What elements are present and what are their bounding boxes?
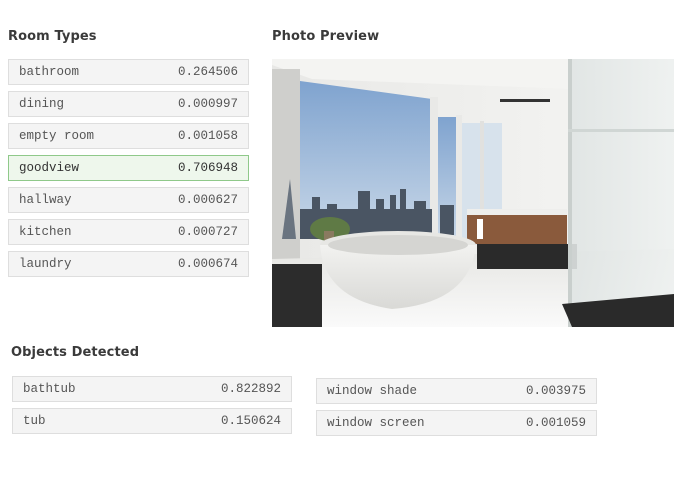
room-type-row-empty-room[interactable]: empty room 0.001058 — [8, 123, 249, 149]
room-type-label: goodview — [19, 161, 80, 175]
object-label: bathtub — [23, 382, 76, 396]
room-type-row-bathroom[interactable]: bathroom 0.264506 — [8, 59, 249, 85]
room-types-title: Room Types — [8, 29, 97, 44]
room-type-score: 0.001058 — [177, 129, 238, 143]
room-type-row-goodview[interactable]: goodview 0.706948 — [8, 155, 249, 181]
room-type-row-hallway[interactable]: hallway 0.000627 — [8, 187, 249, 213]
object-label: window screen — [327, 416, 425, 430]
object-score: 0.822892 — [220, 382, 281, 396]
object-score: 0.001059 — [525, 416, 586, 430]
room-type-score: 0.000997 — [177, 97, 238, 111]
object-label: window shade — [327, 384, 418, 398]
object-label: tub — [23, 414, 46, 428]
room-type-row-laundry[interactable]: laundry 0.000674 — [8, 251, 249, 277]
room-type-score: 0.000674 — [177, 257, 238, 271]
photo-preview-image — [272, 59, 674, 327]
room-type-label: kitchen — [19, 225, 72, 239]
room-type-label: dining — [19, 97, 65, 111]
room-type-label: empty room — [19, 129, 95, 143]
object-row-window-screen[interactable]: window screen 0.001059 — [316, 410, 597, 436]
room-type-score: 0.000627 — [177, 193, 238, 207]
room-type-label: laundry — [19, 257, 72, 271]
photo-preview-title: Photo Preview — [272, 29, 380, 44]
object-score: 0.003975 — [525, 384, 586, 398]
room-type-label: bathroom — [19, 65, 80, 79]
object-row-tub[interactable]: tub 0.150624 — [12, 408, 292, 434]
room-type-score: 0.706948 — [177, 161, 238, 175]
room-type-row-kitchen[interactable]: kitchen 0.000727 — [8, 219, 249, 245]
room-type-score: 0.000727 — [177, 225, 238, 239]
room-type-row-dining[interactable]: dining 0.000997 — [8, 91, 249, 117]
object-score: 0.150624 — [220, 414, 281, 428]
room-type-label: hallway — [19, 193, 72, 207]
object-row-window-shade[interactable]: window shade 0.003975 — [316, 378, 597, 404]
objects-detected-title: Objects Detected — [11, 345, 140, 360]
room-type-score: 0.264506 — [177, 65, 238, 79]
object-row-bathtub[interactable]: bathtub 0.822892 — [12, 376, 292, 402]
